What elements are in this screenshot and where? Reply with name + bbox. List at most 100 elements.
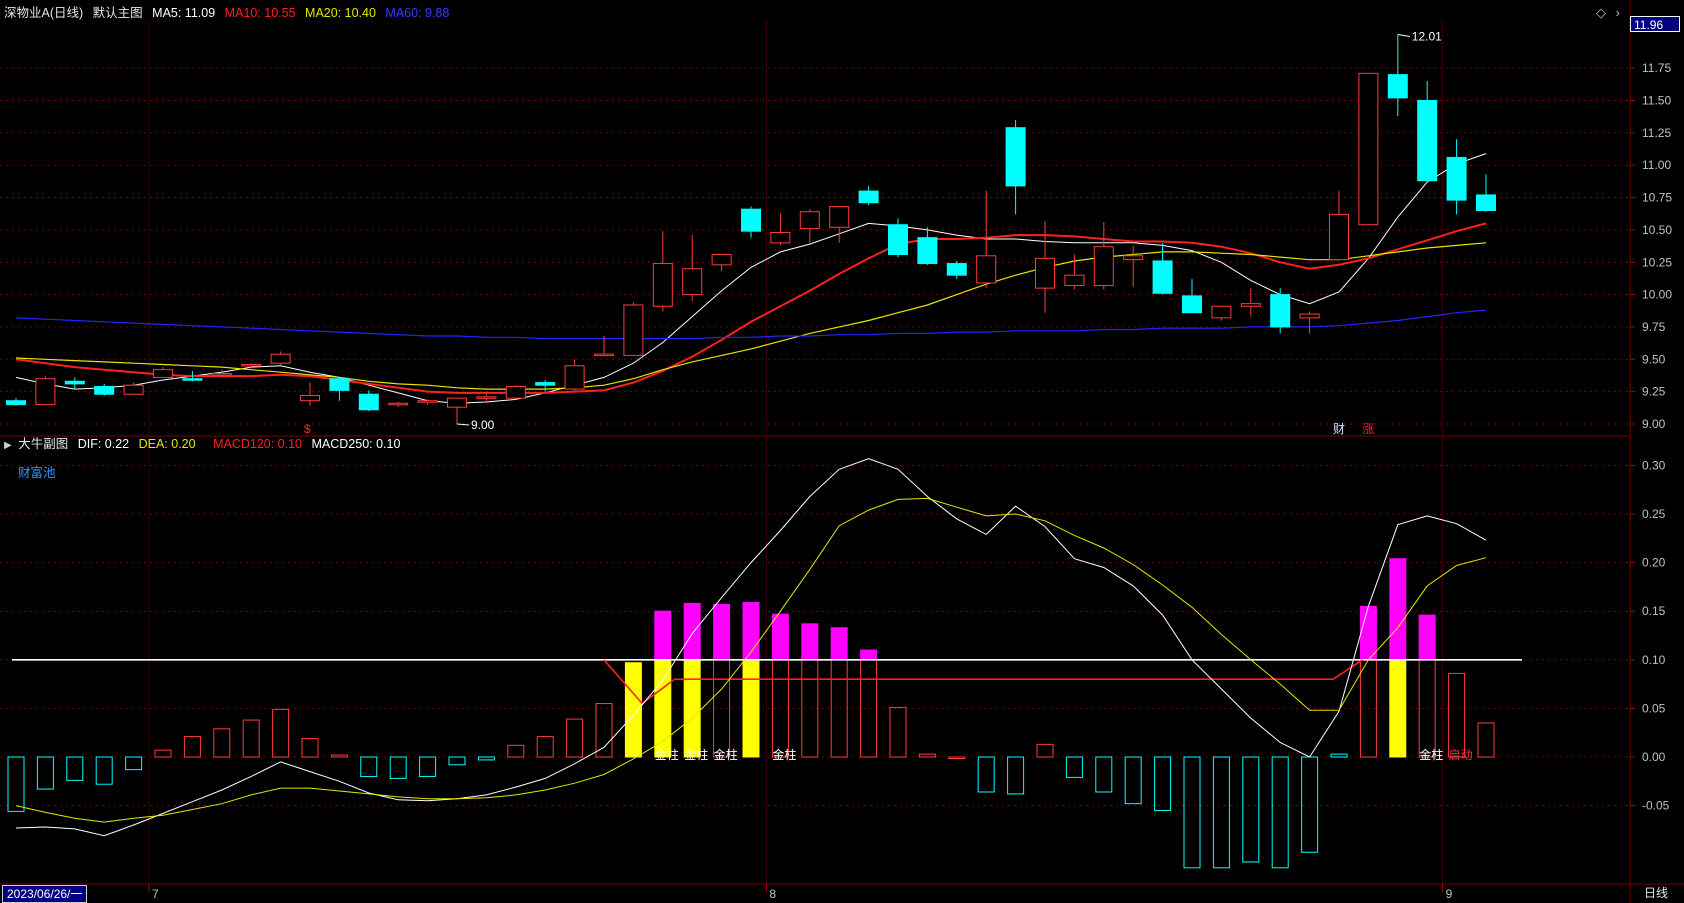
- candlestick[interactable]: [1123, 255, 1144, 261]
- macd-bar[interactable]: [183, 736, 201, 758]
- candlestick[interactable]: [505, 385, 526, 399]
- candlestick[interactable]: [1035, 257, 1055, 289]
- xtick-label[interactable]: 8: [769, 887, 776, 901]
- macd-bar[interactable]: [419, 756, 437, 777]
- macd-bar[interactable]: [125, 756, 143, 771]
- candlestick[interactable]: [1476, 194, 1496, 211]
- macd-bar-gold[interactable]: [683, 659, 701, 758]
- candlestick[interactable]: [799, 211, 820, 230]
- macd-bar[interactable]: [1124, 756, 1142, 805]
- macd-bar[interactable]: [242, 719, 260, 758]
- candlestick[interactable]: [329, 378, 350, 391]
- macd-bar[interactable]: [7, 756, 25, 812]
- macd-bar[interactable]: [272, 708, 290, 758]
- macd-bar[interactable]: [1065, 756, 1083, 778]
- macd-bar[interactable]: [1154, 756, 1172, 811]
- macd-bar-strong[interactable]: [683, 602, 701, 661]
- candlestick[interactable]: [417, 400, 438, 403]
- macd-bar-gold[interactable]: [1389, 659, 1407, 758]
- candlestick[interactable]: [976, 255, 997, 284]
- candlestick[interactable]: [682, 268, 703, 296]
- candlestick[interactable]: [123, 384, 144, 395]
- macd-bar[interactable]: [448, 756, 466, 766]
- period-label[interactable]: 日线: [1644, 885, 1668, 901]
- candlestick[interactable]: [64, 380, 85, 385]
- macd-bar[interactable]: [1212, 756, 1230, 869]
- candlestick[interactable]: [1240, 303, 1261, 307]
- candlestick[interactable]: [1270, 294, 1291, 328]
- candlestick[interactable]: [388, 402, 409, 406]
- collapse-triangle-icon[interactable]: ▶: [4, 440, 12, 451]
- macd-bar-strong[interactable]: [713, 603, 731, 661]
- candlestick[interactable]: [594, 353, 614, 357]
- macd-bar-gold[interactable]: [624, 662, 642, 758]
- candlestick[interactable]: [711, 253, 732, 266]
- macd-bar[interactable]: [1242, 756, 1260, 863]
- candlestick[interactable]: [6, 400, 26, 406]
- macd-bar[interactable]: [889, 706, 907, 758]
- macd-bar-strong[interactable]: [860, 649, 878, 661]
- candlestick[interactable]: [623, 304, 644, 356]
- candlestick[interactable]: [564, 365, 585, 390]
- candlestick[interactable]: [476, 396, 497, 399]
- macd-bar-strong[interactable]: [1418, 614, 1436, 661]
- candlestick[interactable]: [888, 224, 908, 255]
- xtick-label[interactable]: 9: [1446, 887, 1453, 901]
- event-marker[interactable]: 涨: [1362, 421, 1374, 436]
- macd-bar[interactable]: [1095, 756, 1113, 793]
- candlestick[interactable]: [1329, 213, 1349, 261]
- macd-bar[interactable]: [566, 718, 584, 758]
- candlestick[interactable]: [741, 208, 761, 232]
- macd-bar[interactable]: [1271, 756, 1289, 869]
- stock-title[interactable]: 深物业A(日线): [4, 6, 83, 20]
- candlestick[interactable]: [300, 395, 320, 402]
- macd-bar[interactable]: [1448, 672, 1466, 758]
- candlestick[interactable]: [182, 378, 203, 381]
- macd-bar[interactable]: [507, 744, 525, 758]
- diamond-icon[interactable]: ◇: [1596, 5, 1606, 20]
- macd-bar[interactable]: [213, 728, 231, 758]
- macd-bar[interactable]: [918, 753, 936, 758]
- candlestick[interactable]: [858, 190, 879, 204]
- candlestick[interactable]: [35, 378, 56, 406]
- macd-bar-gold[interactable]: [742, 659, 760, 758]
- candlestick[interactable]: [270, 353, 291, 364]
- wealth-pool-label[interactable]: 财富池: [18, 462, 56, 481]
- candlestick[interactable]: [829, 206, 850, 228]
- candlestick[interactable]: [447, 397, 467, 408]
- macd-bar[interactable]: [860, 659, 878, 758]
- chart-layout-label[interactable]: 默认主图: [93, 6, 143, 20]
- candlestick[interactable]: [1005, 127, 1026, 187]
- candlestick[interactable]: [1299, 313, 1320, 319]
- macd-bar[interactable]: [536, 736, 554, 758]
- macd-bar[interactable]: [389, 756, 407, 779]
- macd-bar[interactable]: [1036, 743, 1054, 758]
- chevron-right-icon[interactable]: ›: [1616, 5, 1620, 20]
- macd-bar-strong[interactable]: [801, 623, 819, 661]
- sub-chart[interactable]: 金柱 金柱 金柱 金柱 金柱 启动: [7, 458, 1522, 869]
- macd-bar-strong[interactable]: [830, 627, 848, 661]
- candlestick[interactable]: [1417, 100, 1438, 182]
- macd-bar[interactable]: [36, 756, 54, 790]
- candlestick[interactable]: [1182, 295, 1202, 314]
- event-marker[interactable]: 财: [1333, 422, 1345, 436]
- candlestick[interactable]: [1152, 260, 1173, 294]
- candlestick[interactable]: [1358, 72, 1379, 226]
- macd-bar-strong[interactable]: [1359, 605, 1377, 661]
- macd-bar-strong[interactable]: [1389, 558, 1407, 661]
- candlestick[interactable]: [1211, 305, 1232, 319]
- candlestick[interactable]: [94, 385, 115, 395]
- candlestick[interactable]: [917, 237, 938, 265]
- macd-bar[interactable]: [1330, 753, 1348, 758]
- candlestick[interactable]: [211, 373, 232, 376]
- macd-bar[interactable]: [477, 756, 495, 761]
- macd-bar-gold[interactable]: [654, 659, 672, 758]
- candlestick[interactable]: [153, 369, 173, 378]
- candlestick[interactable]: [358, 393, 379, 411]
- macd-bar[interactable]: [154, 749, 172, 758]
- macd-bar-strong[interactable]: [771, 613, 789, 661]
- macd-bar[interactable]: [1183, 756, 1201, 869]
- macd-bar[interactable]: [360, 756, 378, 777]
- macd-bar[interactable]: [830, 659, 848, 758]
- macd-bar[interactable]: [301, 738, 319, 758]
